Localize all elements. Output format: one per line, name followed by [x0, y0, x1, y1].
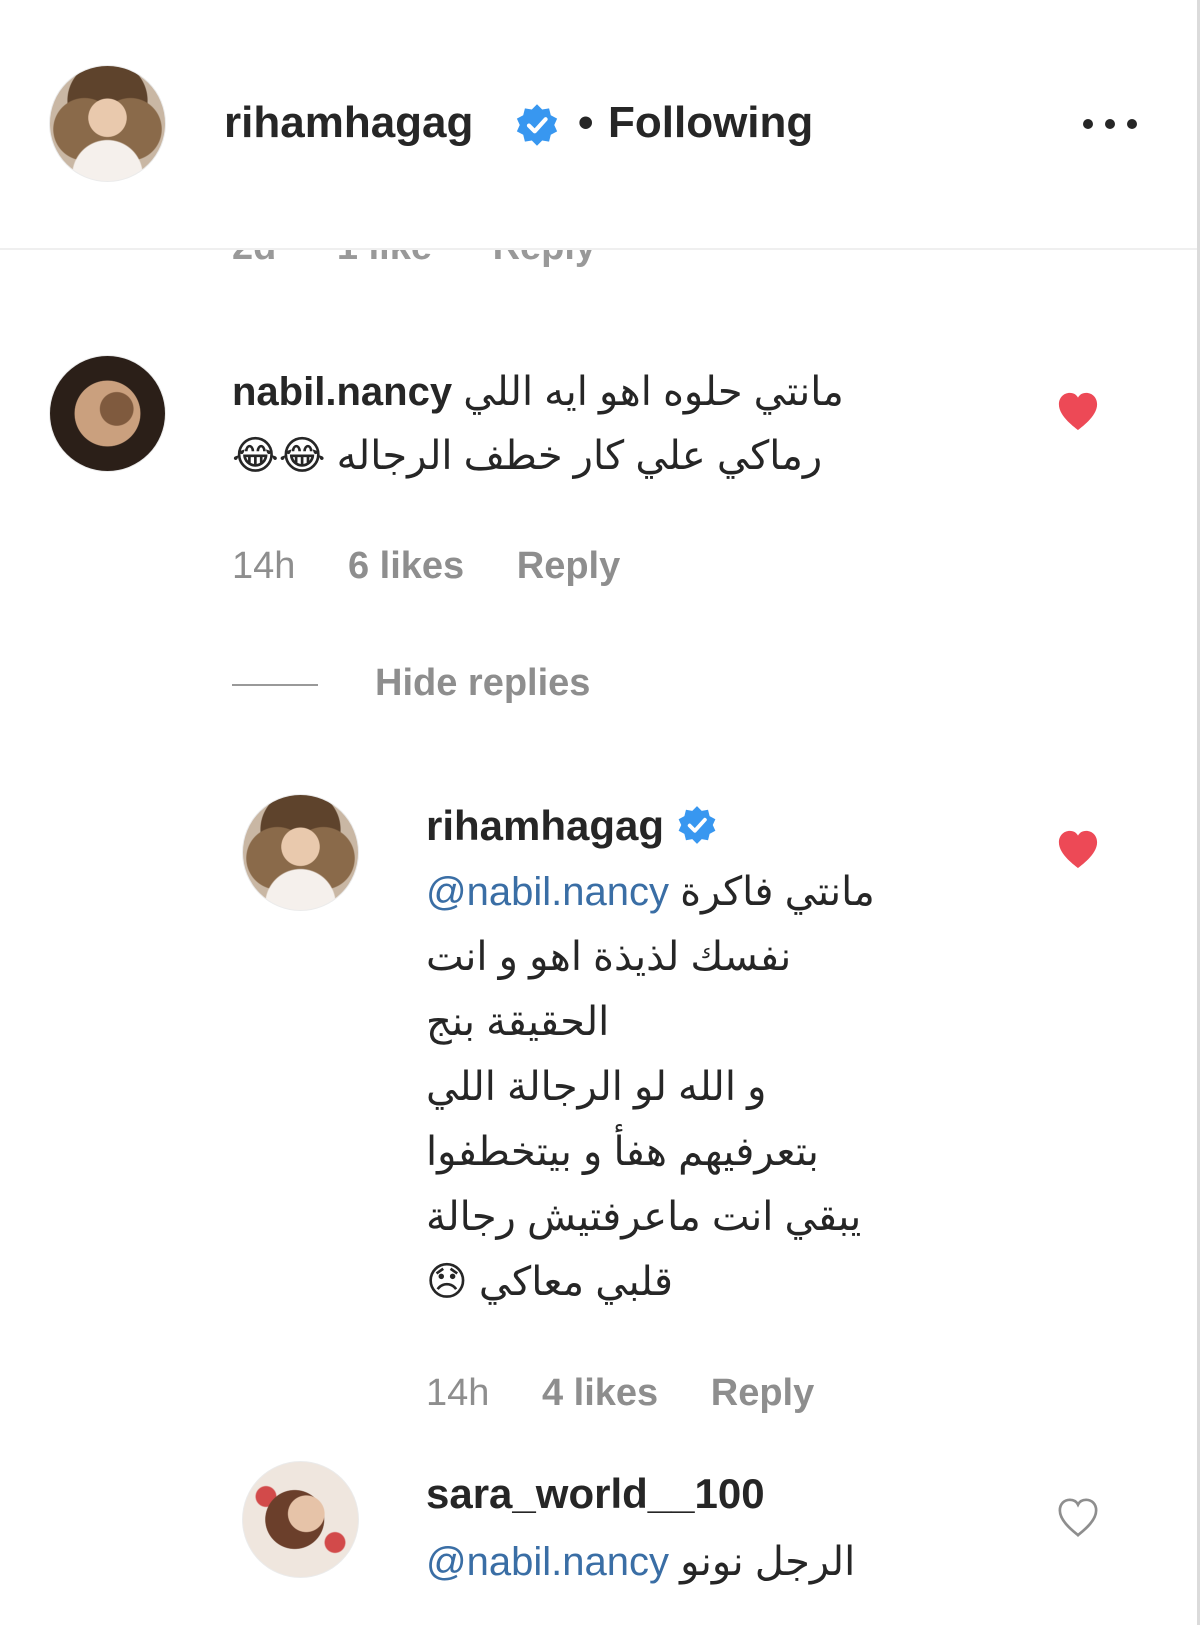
more-horizontal-icon[interactable] — [1080, 110, 1140, 138]
hide-replies-line — [232, 684, 318, 686]
header-separator: • — [578, 98, 594, 147]
reply-body-line: يبقي انت ماعرفتيش رجالة — [426, 1195, 862, 1239]
reply-text: @nabil.nancy مانتي فاكرة نفسك لذيذة اهو … — [426, 860, 986, 1315]
comment-likes[interactable]: 6 likes — [348, 545, 464, 587]
reply-username-row: rihamhagag — [426, 802, 718, 850]
reply-username[interactable]: rihamhagag — [426, 802, 664, 849]
comment-time: 14h — [232, 545, 296, 587]
header-avatar[interactable] — [50, 66, 165, 181]
comment-line: nabil.nancy مانتي حلوه اهو ايه اللي — [232, 360, 1012, 424]
post-header: rihamhagag • Following — [0, 0, 1197, 250]
reply-likes[interactable]: 4 likes — [542, 1372, 658, 1414]
comment-meta: 14h 6 likes Reply — [232, 545, 662, 588]
reply-body-line: نفسك لذيذة اهو و انت — [426, 935, 792, 979]
mention-link[interactable]: @nabil.nancy — [426, 870, 669, 914]
reply-body-line: قلبي معاكي 😞 — [426, 1260, 673, 1304]
reply-meta: 14h 4 likes Reply — [426, 1372, 856, 1415]
comment-body-line: رماكي علي كار خطف الرجاله 😂😂 — [232, 434, 823, 478]
following-button[interactable]: Following — [608, 98, 813, 148]
reply-body-line: @nabil.nancy مانتي فاكرة — [426, 860, 986, 925]
liked-heart-icon[interactable] — [1055, 390, 1101, 432]
reply-avatar[interactable] — [243, 795, 358, 910]
heart-outline-icon[interactable] — [1055, 1496, 1101, 1538]
reply-time: 14h — [426, 1372, 490, 1414]
reply-text: @nabil.nancy الرجل نونو — [426, 1530, 855, 1594]
reply-body-line: و الله لو الرجالة اللي — [426, 1065, 767, 1109]
verified-badge-icon — [678, 806, 716, 844]
hide-replies-label: Hide replies — [375, 662, 591, 704]
reply-button[interactable]: Reply — [711, 1372, 814, 1414]
liked-heart-icon[interactable] — [1055, 828, 1101, 870]
comment-text: nabil.nancy مانتي حلوه اهو ايه اللي رماك… — [232, 360, 1012, 488]
mention-link[interactable]: @nabil.nancy — [426, 1540, 669, 1584]
comment-username[interactable]: nabil.nancy — [232, 370, 452, 414]
reply-body-line: الحقيقة بنج — [426, 1000, 610, 1044]
reply-body-line: بتعرفيهم هفأ و بيتخطفوا — [426, 1130, 819, 1174]
instagram-comments-panel: rihamhagag • Following 2d 1 like Reply n… — [0, 0, 1200, 1625]
reply-avatar[interactable] — [243, 1462, 358, 1577]
reply-username[interactable]: sara_world__100 — [426, 1470, 765, 1518]
verified-badge-icon — [516, 104, 558, 146]
reply-button[interactable]: Reply — [517, 545, 620, 587]
reply-body-fragment: مانتي فاكرة — [680, 870, 875, 914]
comment-body-line: مانتي حلوه اهو ايه اللي — [463, 370, 844, 414]
reply-body-fragment: الرجل نونو — [680, 1540, 856, 1584]
comment-avatar[interactable] — [50, 356, 165, 471]
header-username[interactable]: rihamhagag — [224, 98, 473, 148]
